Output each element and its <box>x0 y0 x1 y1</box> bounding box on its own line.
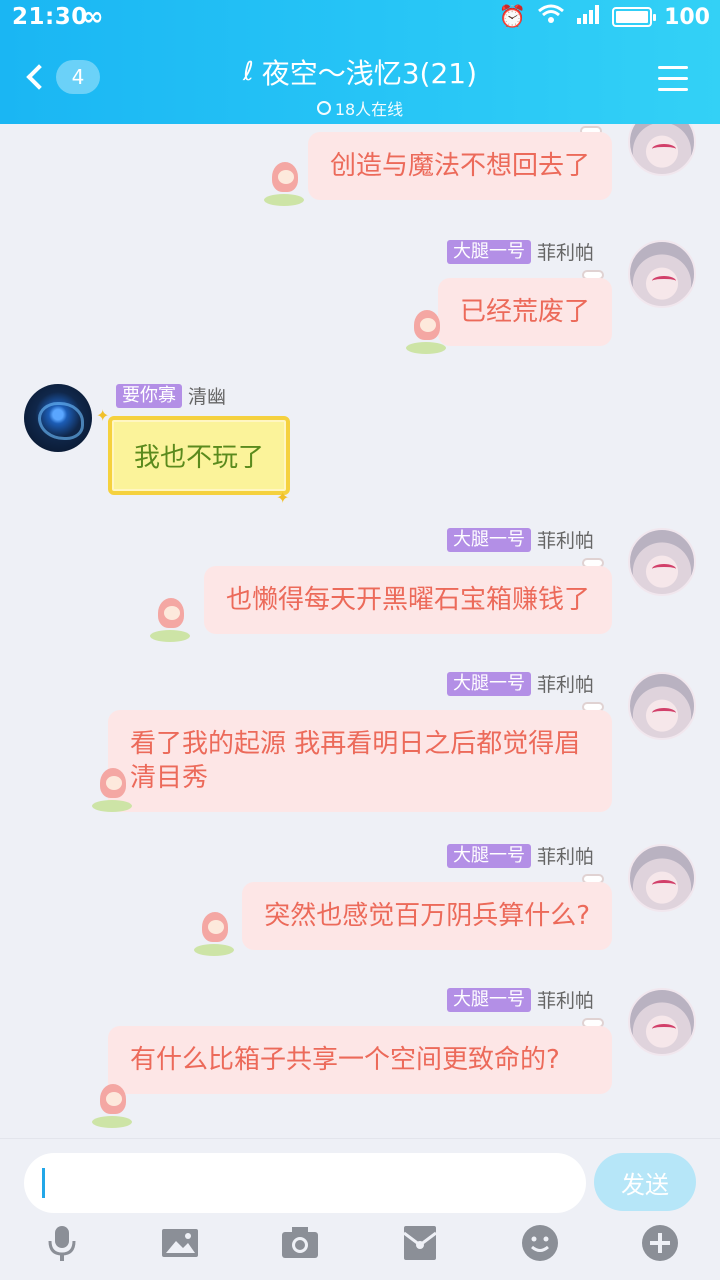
message-bubble[interactable]: 我也不玩了 <box>108 416 291 495</box>
status-time: 21:30 <box>12 4 88 30</box>
title-badge: 大腿一号 <box>446 527 531 552</box>
send-button[interactable]: 发送 <box>594 1153 696 1211</box>
sender-name[interactable]: 菲利帕 <box>537 238 594 265</box>
battery-icon <box>612 7 657 27</box>
battery-level: 100 <box>664 4 710 30</box>
bubble-decoration <box>92 1082 138 1128</box>
avatar[interactable] <box>628 528 696 596</box>
bubble-decoration <box>150 596 196 642</box>
message-bubble[interactable]: 有什么比箱子共享一个空间更致命的? <box>108 1026 612 1094</box>
camera-icon[interactable] <box>280 1223 320 1263</box>
sender-meta: 大腿一号 菲利帕 <box>446 986 594 1013</box>
status-bar: 21:30 ∞ ⏰ 100 <box>0 0 720 36</box>
title-badge: 要你寡 <box>116 383 182 408</box>
input-toolbar <box>0 1223 720 1273</box>
image-icon[interactable] <box>160 1223 200 1263</box>
bubble-decoration <box>406 308 452 354</box>
chat-title-area: ℓ 夜空～浅忆3(21) 18人在线 <box>0 52 720 120</box>
message-bubble[interactable]: 也懒得每天开黑曜石宝箱赚钱了 <box>203 566 612 634</box>
top-bar: 21:30 ∞ ⏰ 100 4 ℓ 夜空～浅忆3(21) 18人在线 <box>0 0 720 124</box>
avatar[interactable] <box>628 124 696 176</box>
sender-meta: 大腿一号 菲利帕 <box>446 526 594 553</box>
message-bubble[interactable]: 看了我的起源 我再看明日之后都觉得眉清目秀 <box>108 710 612 812</box>
title-badge: 大腿一号 <box>446 843 531 868</box>
sender-meta: 要你寡 清幽 <box>116 382 226 409</box>
alarm-icon: ⏰ <box>498 4 527 30</box>
wifi-icon <box>538 4 565 30</box>
menu-button[interactable] <box>658 66 688 99</box>
sender-meta: 大腿一号 菲利帕 <box>446 670 594 697</box>
bubble-decoration <box>264 160 310 206</box>
bubble-decoration <box>194 910 240 956</box>
sender-meta: 大腿一号 菲利帕 <box>446 238 594 265</box>
avatar[interactable] <box>628 844 696 912</box>
page-title: 夜空～浅忆3(21) <box>261 57 478 90</box>
message-list[interactable]: 创造与魔法不想回去了 大腿一号 菲利帕 已经荒废了 要你寡 清幽 我也不玩了 ✦… <box>0 124 720 1138</box>
plus-icon[interactable] <box>640 1223 680 1263</box>
sender-name[interactable]: 清幽 <box>188 382 226 409</box>
message-bubble[interactable]: 创造与魔法不想回去了 <box>307 132 612 200</box>
infinity-icon: ∞ <box>82 2 104 32</box>
avatar[interactable] <box>24 384 92 452</box>
message-bubble[interactable]: 突然也感觉百万阴兵算什么? <box>242 882 612 950</box>
star-decoration: ✦ <box>276 488 290 507</box>
message-input[interactable] <box>24 1153 586 1213</box>
title-badge: 大腿一号 <box>446 987 531 1012</box>
avatar[interactable] <box>628 672 696 740</box>
title-badge: 大腿一号 <box>446 671 531 696</box>
signal-icon <box>576 4 600 30</box>
red-packet-icon[interactable] <box>400 1223 440 1263</box>
online-count: 18人在线 <box>334 100 404 119</box>
ear-icon[interactable]: ℓ <box>243 57 254 87</box>
text-caret <box>42 1168 45 1198</box>
sender-name[interactable]: 菲利帕 <box>537 526 594 553</box>
emoji-icon[interactable] <box>520 1223 560 1263</box>
microphone-icon[interactable] <box>42 1223 82 1263</box>
input-bar: 发送 <box>0 1138 720 1280</box>
sender-name[interactable]: 菲利帕 <box>537 670 594 697</box>
avatar[interactable] <box>628 988 696 1056</box>
star-decoration: ✦ <box>96 406 110 425</box>
sender-name[interactable]: 菲利帕 <box>537 986 594 1013</box>
avatar[interactable] <box>628 240 696 308</box>
bubble-decoration <box>92 766 138 812</box>
menu-icon <box>658 66 688 69</box>
message-bubble[interactable]: 已经荒废了 <box>437 278 612 346</box>
sender-meta: 大腿一号 菲利帕 <box>446 842 594 869</box>
sender-name[interactable]: 菲利帕 <box>537 842 594 869</box>
online-check-icon <box>316 101 331 115</box>
title-badge: 大腿一号 <box>446 239 531 264</box>
